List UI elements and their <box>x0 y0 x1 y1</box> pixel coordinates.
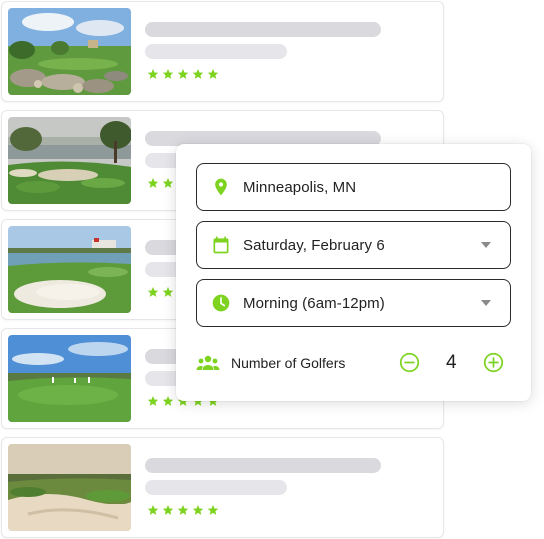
star-icon <box>147 68 159 80</box>
subtitle-placeholder <box>145 480 287 495</box>
tee-time-search-panel: Minneapolis, MN Saturday, February 6 Mor… <box>176 144 531 401</box>
chevron-down-icon <box>481 300 491 306</box>
star-icon <box>162 68 174 80</box>
subtitle-placeholder <box>145 44 287 59</box>
course-card[interactable] <box>1 1 444 102</box>
star-icon <box>162 177 174 189</box>
golfers-label: Number of Golfers <box>231 355 346 371</box>
star-icon <box>162 504 174 516</box>
star-icon <box>147 504 159 516</box>
time-value: Morning (6am-12pm) <box>243 295 385 312</box>
group-icon <box>196 354 220 372</box>
star-icon <box>177 504 189 516</box>
golfers-count: 4 <box>446 352 457 373</box>
map-pin-icon <box>211 177 231 197</box>
course-photo <box>8 8 131 95</box>
minus-circle-icon <box>399 352 420 373</box>
rating-stars <box>147 504 219 516</box>
rating-stars <box>147 68 219 80</box>
increment-button[interactable] <box>483 352 504 373</box>
decrement-button[interactable] <box>399 352 420 373</box>
star-icon <box>162 286 174 298</box>
star-icon <box>207 68 219 80</box>
course-photo <box>8 117 131 204</box>
star-icon <box>147 286 159 298</box>
course-photo <box>8 444 131 531</box>
golfers-stepper: Number of Golfers 4 <box>196 350 511 376</box>
star-icon <box>207 504 219 516</box>
calendar-icon <box>211 235 231 255</box>
star-icon <box>147 395 159 407</box>
plus-circle-icon <box>483 352 504 373</box>
title-placeholder <box>145 458 381 473</box>
date-value: Saturday, February 6 <box>243 237 385 254</box>
chevron-down-icon <box>481 242 491 248</box>
star-icon <box>147 177 159 189</box>
clock-icon <box>211 293 231 313</box>
date-select[interactable]: Saturday, February 6 <box>196 221 511 269</box>
star-icon <box>177 68 189 80</box>
location-input[interactable]: Minneapolis, MN <box>196 163 511 211</box>
course-photo <box>8 226 131 313</box>
star-icon <box>162 395 174 407</box>
time-select[interactable]: Morning (6am-12pm) <box>196 279 511 327</box>
location-value: Minneapolis, MN <box>243 179 357 196</box>
star-icon <box>192 504 204 516</box>
course-card[interactable] <box>1 437 444 538</box>
course-photo <box>8 335 131 422</box>
title-placeholder <box>145 22 381 37</box>
star-icon <box>192 68 204 80</box>
